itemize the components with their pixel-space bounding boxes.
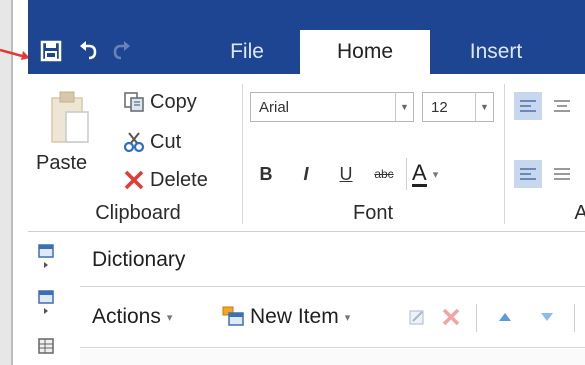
ribbon-title-bar: File Home Insert bbox=[28, 0, 585, 74]
toolbar-separator bbox=[476, 304, 477, 332]
ribbon-body: Paste Copy Cut Delete Clipboard Arial ▼ … bbox=[28, 74, 585, 232]
align-left-icon bbox=[520, 100, 536, 112]
arrow-down-icon bbox=[541, 313, 553, 321]
new-item-button[interactable]: New Item ▾ bbox=[222, 302, 350, 332]
actions-label: Actions bbox=[92, 305, 161, 328]
align-left-button-2[interactable] bbox=[514, 160, 542, 188]
underline-button[interactable]: U bbox=[334, 160, 358, 188]
strikethrough-button[interactable]: abc bbox=[368, 160, 400, 188]
chevron-down-icon: ▾ bbox=[432, 168, 439, 181]
remove-button[interactable] bbox=[440, 306, 462, 328]
chevron-down-icon[interactable]: ▼ bbox=[475, 93, 493, 121]
tab-file[interactable]: File bbox=[202, 30, 292, 74]
align-justify-button[interactable] bbox=[548, 160, 576, 188]
copy-label: Copy bbox=[150, 90, 197, 113]
chevron-down-icon[interactable]: ▼ bbox=[395, 93, 413, 121]
edit-icon bbox=[409, 310, 424, 325]
save-button[interactable] bbox=[38, 38, 64, 64]
grid-view-icon[interactable] bbox=[36, 336, 58, 364]
redo-icon bbox=[113, 41, 130, 60]
paste-icon[interactable] bbox=[48, 88, 92, 148]
chevron-down-icon: ▾ bbox=[344, 311, 351, 324]
font-family-select[interactable]: Arial ▼ bbox=[250, 92, 414, 122]
tab-home[interactable]: Home bbox=[300, 30, 430, 74]
delete-label: Delete bbox=[150, 168, 208, 191]
group-separator bbox=[504, 84, 505, 224]
bold-button[interactable]: B bbox=[254, 160, 278, 188]
new-item-label: New Item bbox=[250, 305, 339, 328]
font-separator bbox=[406, 158, 407, 190]
edit-button[interactable] bbox=[406, 306, 428, 328]
font-group-label: Font bbox=[352, 202, 394, 224]
italic-button[interactable]: I bbox=[294, 160, 318, 188]
arrow-up-icon bbox=[499, 313, 511, 321]
undo-icon bbox=[80, 41, 97, 60]
save-icon bbox=[40, 40, 62, 62]
delete-x-icon bbox=[442, 308, 460, 326]
move-down-button[interactable] bbox=[536, 306, 558, 328]
annotation-arrow-icon bbox=[0, 48, 30, 60]
new-item-icon bbox=[222, 306, 244, 326]
cut-label: Cut bbox=[150, 130, 182, 153]
group-separator bbox=[242, 84, 243, 224]
align-center-icon bbox=[554, 100, 570, 112]
redo-button[interactable] bbox=[109, 38, 135, 64]
move-up-button[interactable] bbox=[494, 306, 516, 328]
align-justify-icon bbox=[554, 168, 570, 180]
font-color-label: A bbox=[412, 159, 427, 187]
panel-title: Dictionary bbox=[92, 248, 186, 271]
actions-menu-button[interactable]: Actions ▾ bbox=[92, 302, 172, 332]
actions-toolbar: Actions ▾ New Item ▾ bbox=[80, 288, 585, 348]
delete-button[interactable]: Delete bbox=[122, 166, 208, 194]
align-left-icon bbox=[520, 168, 536, 180]
delete-x-icon bbox=[122, 168, 146, 192]
paragraph-group-label: A bbox=[574, 202, 585, 224]
layout-toggle-icon[interactable] bbox=[36, 242, 58, 270]
font-family-value: Arial bbox=[259, 99, 290, 116]
paste-button[interactable]: Paste bbox=[36, 152, 87, 175]
content-area bbox=[80, 349, 585, 365]
font-size-select[interactable]: 12 ▼ bbox=[422, 92, 494, 122]
clipboard-group-label: Clipboard bbox=[95, 202, 181, 224]
layout-toggle-icon-2[interactable] bbox=[36, 288, 58, 316]
chevron-down-icon: ▾ bbox=[166, 311, 173, 324]
undo-button[interactable] bbox=[75, 38, 101, 64]
cut-button[interactable]: Cut bbox=[122, 128, 181, 156]
panel-header: Dictionary bbox=[80, 232, 585, 287]
tab-insert[interactable]: Insert bbox=[446, 30, 546, 74]
align-center-button[interactable] bbox=[548, 92, 576, 120]
scissors-icon bbox=[122, 130, 146, 154]
copy-icon bbox=[122, 90, 146, 114]
font-size-value: 12 bbox=[431, 99, 448, 116]
align-left-button[interactable] bbox=[514, 92, 542, 120]
font-color-button[interactable]: A ▾ bbox=[412, 158, 472, 190]
app-window: File Home Insert Paste Copy Cut Delete C… bbox=[0, 0, 585, 365]
toolbar-separator bbox=[574, 304, 575, 332]
side-toolbar bbox=[28, 232, 72, 365]
copy-button[interactable]: Copy bbox=[122, 88, 197, 116]
